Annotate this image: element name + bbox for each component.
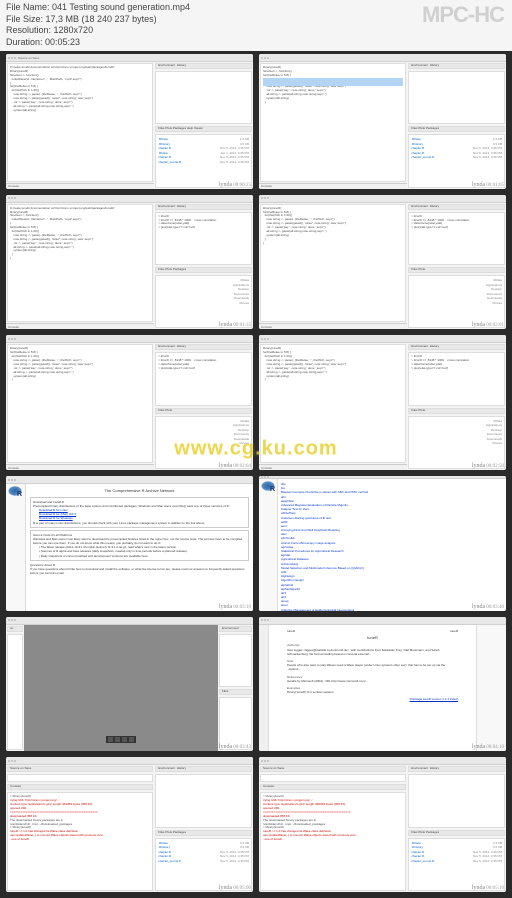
window-titlebar: Source on Save [6, 54, 253, 62]
thumb-2: library(tuneR) SineGen <- function() for… [259, 54, 506, 189]
thumb-5: library(tuneR) for(theMelee in 5:8) { fo… [6, 335, 253, 470]
files-pane[interactable]: .RData2.4 KB .Rhistory3.5 KB chapter.RNo… [155, 134, 252, 187]
thumb-3: # create tuneR documentation at http://c… [6, 195, 253, 330]
thumb-7: The Comprehensive R Archive Network Down… [6, 476, 253, 611]
console-output: > #corR > #corR == .8148 * 1000 cross co… [155, 212, 252, 265]
thumb-8: abcbioBaysian Compute Predictive p-value… [259, 476, 506, 611]
hand-icon[interactable] [122, 737, 127, 742]
thumb-11: Source on Save Console > library(tuneR) … [6, 757, 253, 892]
thumb-6: library(tuneR) for(theMelee in 5:8) { fo… [259, 335, 506, 470]
console-pane[interactable]: > library(tuneR) trying URL 'http://cran… [7, 792, 153, 891]
code-editor[interactable]: library(tuneR) SineGen <- function() for… [260, 63, 406, 182]
viewer-controls[interactable] [106, 736, 136, 743]
console-pane[interactable]: > library(tuneR) trying URL 'http://cran… [260, 792, 406, 891]
player-name: MPC-HC [422, 2, 504, 28]
thumb-12: Source on Save Console > library(tuneR) … [259, 757, 506, 892]
thumb-1: Source on Save # create tuneR documentat… [6, 54, 253, 189]
code-editor[interactable]: # create tuneR documentation at http://c… [7, 204, 153, 323]
thumb-9: Source on Save Environment Files lynda00… [6, 617, 253, 752]
code-editor[interactable]: library(tuneR) for(theMelee in 5:8) { fo… [7, 344, 153, 463]
thumb-4: library(tuneR) for(theMelee in 5:8) { fo… [259, 195, 506, 330]
help-doc[interactable]: tuneRtuneR tuneR Author(s) Uwe Ligges <l… [269, 625, 476, 752]
env-pane[interactable] [155, 71, 252, 124]
image-viewer[interactable] [24, 625, 218, 752]
r-logo-icon [261, 481, 275, 491]
fit-icon[interactable] [129, 737, 134, 742]
code-editor[interactable]: library(tuneR) for(theMelee in 5:8) { fo… [260, 344, 406, 463]
thumb-10: tuneRtuneR tuneR Author(s) Uwe Ligges <l… [259, 617, 506, 752]
code-editor[interactable]: library(tuneR) for(theMelee in 5:8) { fo… [260, 204, 406, 323]
code-editor[interactable]: # create tuneR documentation at http://c… [7, 63, 153, 182]
r-logo-icon [8, 486, 22, 496]
zoom-in-icon[interactable] [108, 737, 113, 742]
cran-content[interactable]: The Comprehensive R Archive Network Down… [26, 484, 253, 611]
thumbnail-grid: Source on Save # create tuneR documentat… [6, 54, 506, 892]
zoom-out-icon[interactable] [115, 737, 120, 742]
package-list[interactable]: abcbioBaysian Compute Predictive p-value… [278, 479, 506, 611]
